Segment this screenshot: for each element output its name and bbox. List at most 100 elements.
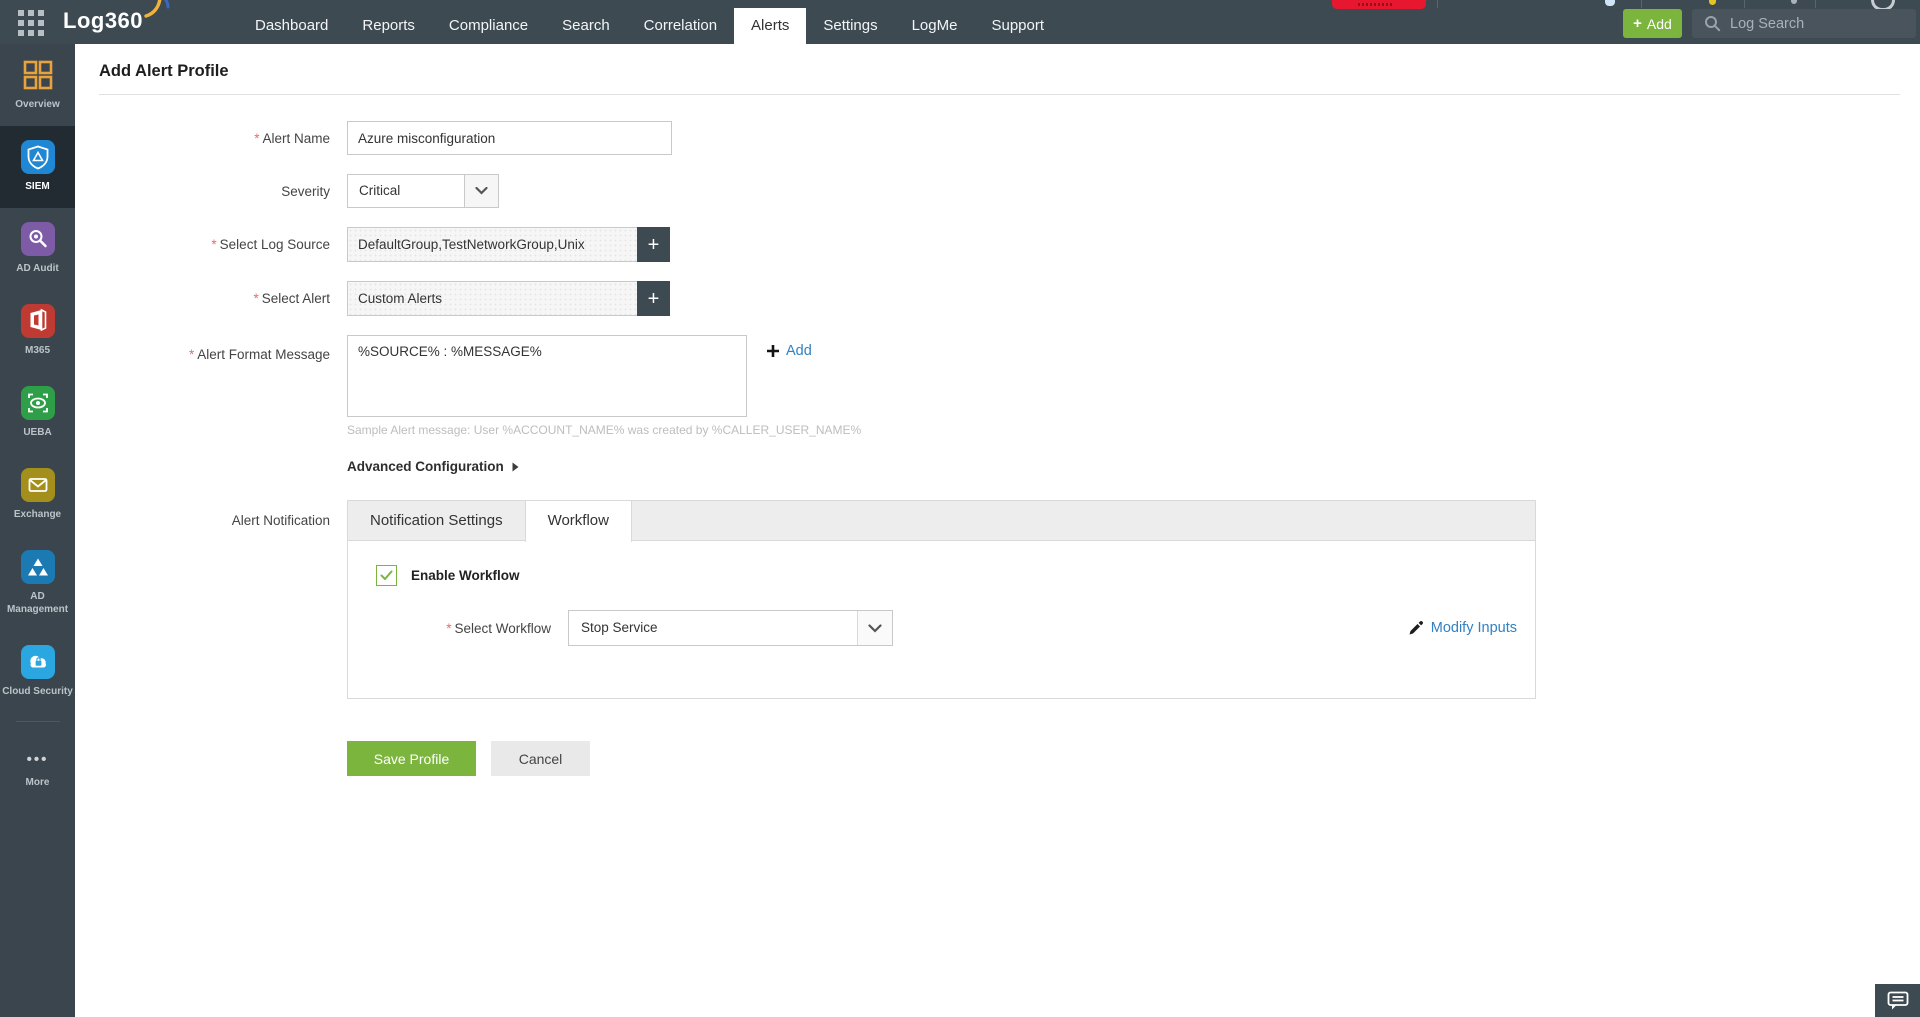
log-source-field: DefaultGroup,TestNetworkGroup,Unix + (347, 227, 670, 262)
sidebar-item-ad-audit[interactable]: AD Audit (0, 208, 75, 290)
siem-shield-icon (21, 140, 55, 174)
select-workflow-row: *Select Workflow Stop Service (348, 610, 1535, 646)
nav-item-alerts[interactable]: Alerts (734, 8, 806, 44)
save-profile-button[interactable]: Save Profile (347, 741, 476, 776)
severity-value: Critical (348, 175, 464, 207)
enable-workflow-row: Enable Workflow (348, 541, 1535, 586)
add-format-link[interactable]: Add (767, 343, 812, 359)
nav-item-support[interactable]: Support (974, 8, 1061, 44)
modify-inputs-link[interactable]: Modify Inputs (1408, 620, 1517, 636)
required-asterisk: * (211, 237, 216, 252)
main-nav: Dashboard Reports Compliance Search Corr… (238, 0, 1061, 44)
sample-alert-message: Sample Alert message: User %ACCOUNT_NAME… (347, 423, 1900, 437)
notification-tabbar: Notification Settings Workflow (347, 500, 1536, 540)
sidebar-item-cloud-security[interactable]: Cloud Security (0, 631, 75, 713)
page-title: Add Alert Profile (99, 62, 1900, 81)
severity-label: Severity (99, 184, 330, 199)
select-alert-plus-button[interactable]: + (637, 281, 670, 316)
alert-name-input[interactable] (347, 121, 672, 155)
app-launcher-icon[interactable] (16, 8, 46, 38)
sidebar: Overview SIEM AD Audit M365 (0, 44, 75, 1017)
tab-workflow[interactable]: Workflow (525, 501, 632, 542)
sidebar-item-m365[interactable]: M365 (0, 290, 75, 372)
add-button-label: Add (1647, 16, 1672, 32)
nav-item-compliance[interactable]: Compliance (432, 8, 545, 44)
alert-name-row: *Alert Name (99, 121, 1900, 155)
sidebar-item-exchange[interactable]: Exchange (0, 454, 75, 536)
add-button[interactable]: + Add (1623, 9, 1682, 38)
select-alert-value[interactable]: Custom Alerts (347, 281, 637, 316)
plus-icon: + (1633, 16, 1642, 31)
toolbar-separator (1641, 0, 1642, 8)
log-search-button[interactable]: Log Search (1692, 9, 1916, 38)
log-search-label: Log Search (1730, 16, 1804, 32)
format-message-textarea[interactable] (347, 335, 747, 417)
toolbar-separator (1744, 0, 1745, 8)
form-buttons: Save Profile Cancel (347, 741, 1900, 776)
select-workflow-value: Stop Service (569, 611, 857, 645)
severity-row: Severity Critical (99, 174, 1900, 208)
chevron-down-icon (464, 175, 498, 207)
required-asterisk: * (254, 131, 259, 146)
advanced-configuration-toggle[interactable]: Advanced Configuration (347, 459, 519, 474)
notification-box: Notification Settings Workflow Enable Wo… (347, 500, 1536, 699)
nav-item-correlation[interactable]: Correlation (627, 8, 734, 44)
sidebar-item-overview[interactable]: Overview (0, 44, 75, 126)
nav-item-search[interactable]: Search (545, 8, 627, 44)
topbar: Log360 Dashboard Reports Compliance Sear… (0, 0, 1920, 44)
chevron-down-icon (857, 611, 892, 645)
required-asterisk: * (189, 347, 194, 362)
alert-notification-label: Alert Notification (99, 500, 330, 528)
workflow-panel: Enable Workflow *Select Workflow Stop Se… (347, 540, 1536, 699)
exchange-mail-icon (21, 468, 55, 502)
ueba-eye-icon (21, 386, 55, 420)
ad-management-triangles-icon (21, 550, 55, 584)
cancel-button[interactable]: Cancel (491, 741, 590, 776)
required-asterisk: * (253, 291, 258, 306)
format-message-label: *Alert Format Message (99, 335, 330, 362)
chat-icon (1887, 991, 1909, 1010)
tab-notification-settings[interactable]: Notification Settings (348, 501, 525, 540)
chat-widget-button[interactable] (1875, 984, 1920, 1017)
arrow-right-icon (512, 462, 519, 472)
badge-marks (1358, 3, 1392, 6)
toolbar-icon-truncated[interactable] (1791, 0, 1797, 4)
select-workflow-label: *Select Workflow (348, 621, 551, 636)
sidebar-item-more[interactable]: ••• More (0, 730, 75, 804)
add-alert-profile-form: *Alert Name Severity Critical *Select Lo… (99, 121, 1900, 776)
sidebar-item-ad-management[interactable]: AD Management (0, 536, 75, 631)
notification-badge[interactable] (1332, 0, 1426, 9)
severity-select[interactable]: Critical (347, 174, 499, 208)
main-content: Add Alert Profile *Alert Name Severity C… (75, 44, 1920, 1017)
log-source-row: *Select Log Source DefaultGroup,TestNetw… (99, 227, 1900, 262)
select-workflow-select[interactable]: Stop Service (568, 610, 893, 646)
ad-audit-search-icon (21, 222, 55, 256)
cloud-security-lock-icon (21, 645, 55, 679)
log360-logo[interactable]: Log360 (63, 0, 143, 44)
format-message-row: *Alert Format Message Add (99, 335, 1900, 417)
title-divider (99, 94, 1900, 95)
nav-item-settings[interactable]: Settings (806, 8, 894, 44)
add-format-label: Add (786, 343, 812, 359)
log-source-value[interactable]: DefaultGroup,TestNetworkGroup,Unix (347, 227, 637, 262)
toolbar-icon-truncated[interactable] (1709, 0, 1716, 5)
m365-office-icon (21, 304, 55, 338)
nav-item-dashboard[interactable]: Dashboard (238, 8, 345, 44)
sidebar-item-siem[interactable]: SIEM (0, 126, 75, 208)
enable-workflow-label: Enable Workflow (411, 568, 520, 583)
nav-item-logme[interactable]: LogMe (895, 8, 975, 44)
more-dots-icon: ••• (21, 750, 55, 770)
sidebar-divider (16, 721, 60, 722)
toolbar-icon-truncated[interactable] (1605, 0, 1615, 6)
pencil-icon (1408, 621, 1423, 636)
advanced-configuration-label: Advanced Configuration (347, 459, 504, 474)
plus-icon (767, 345, 779, 357)
sidebar-item-ueba[interactable]: UEBA (0, 372, 75, 454)
alert-notification-section: Alert Notification Notification Settings… (99, 500, 1900, 699)
alert-name-label: *Alert Name (99, 131, 330, 146)
log-source-plus-button[interactable]: + (637, 227, 670, 262)
toolbar-separator (1437, 0, 1438, 8)
nav-item-reports[interactable]: Reports (345, 8, 432, 44)
enable-workflow-checkbox[interactable] (376, 565, 397, 586)
check-icon (380, 570, 393, 581)
